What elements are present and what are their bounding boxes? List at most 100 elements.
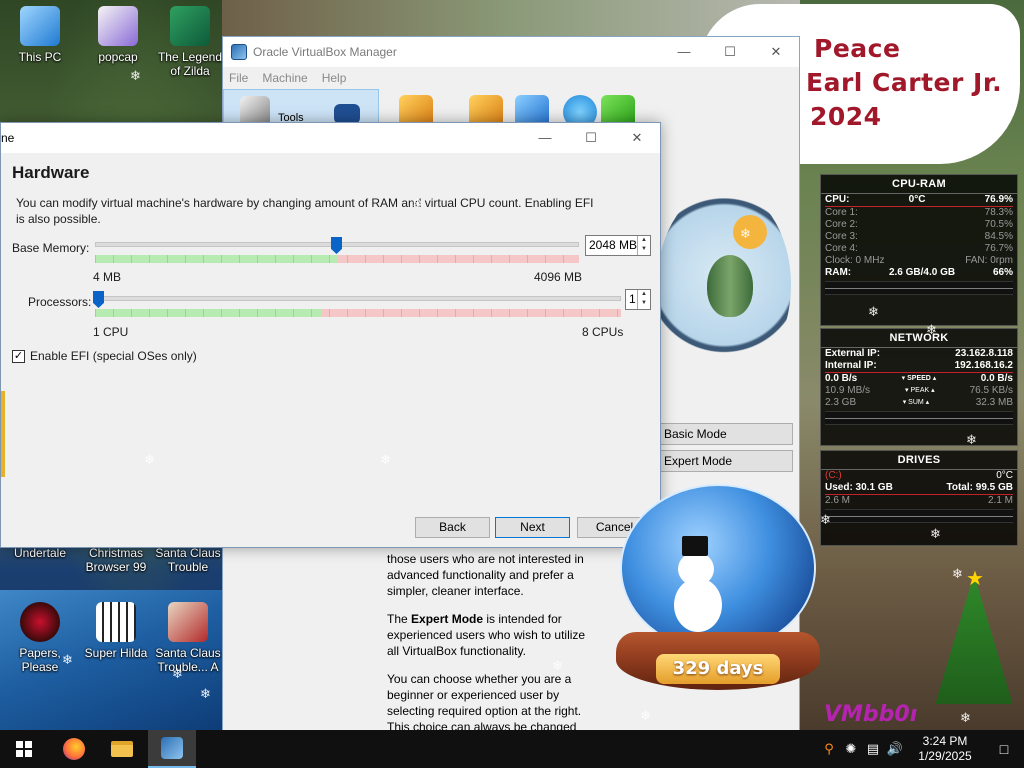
next-button[interactable]: Next — [495, 517, 570, 538]
desktop-icon-this-pc[interactable]: This PC — [2, 6, 78, 64]
base-memory-slider-thumb[interactable] — [331, 237, 342, 254]
base-memory-scale-ticks — [95, 255, 579, 263]
processors-slider-track[interactable] — [95, 296, 621, 301]
vbm-close-button[interactable]: ✕ — [753, 37, 799, 67]
computer-icon — [20, 6, 60, 46]
desktop-icon-label: This PC — [18, 50, 62, 64]
system-tray: ⚲ ✺ ▤ 🔊 3:24 PM 1/29/2025 □ — [818, 730, 1024, 768]
snowflake-icon: ❄ — [640, 708, 651, 723]
dialog-maximize-button[interactable]: ☐ — [568, 123, 614, 153]
ram-usage: 2.6 GB/4.0 GB — [888, 267, 956, 278]
network-gadget: NETWORK External IP: 23.162.8.118 Interna… — [820, 328, 1018, 446]
drive-io-row: 2.6 M 2.1 M — [821, 495, 1017, 507]
vbm-titlebar[interactable]: Oracle VirtualBox Manager — ☐ ✕ — [223, 37, 799, 67]
snowflake-icon: ❄ — [172, 666, 183, 681]
cpu-value: 76.9% — [984, 194, 1013, 205]
desktop-icon-christmas-browser[interactable]: Christmas Browser 99 — [78, 546, 154, 574]
snow-globe-widget: 329 days — [612, 484, 822, 696]
virtualbox-icon — [231, 44, 247, 60]
processors-scale-ticks — [95, 309, 621, 317]
network-graph-line — [825, 418, 1013, 419]
desktop-icon-label: Super Hilda — [84, 646, 148, 660]
menu-file[interactable]: File — [229, 71, 248, 85]
processors-slider-thumb[interactable] — [93, 291, 104, 308]
snowman-icon — [674, 578, 722, 632]
drive-read: 2.6 M — [825, 495, 851, 506]
processors-max-label: 8 CPUs — [582, 325, 624, 339]
sum-up: 32.3 MB — [975, 397, 1013, 408]
watermark: VMbb0ı — [824, 702, 918, 727]
desktop-icon-santa-claus-trouble-2[interactable]: Santa Claus Trouble... A — [150, 602, 226, 674]
back-button[interactable]: Back — [415, 517, 490, 538]
snowflake-icon: ❄ — [926, 322, 937, 337]
volume-icon[interactable]: 🔊 — [884, 741, 906, 757]
core-label: Core 3: — [825, 231, 858, 242]
fan-label: FAN: 0rpm — [965, 255, 1013, 266]
desktop-icon-legend-of-zilda[interactable]: The Legend of Zilda — [152, 6, 228, 78]
network-title: NETWORK — [821, 329, 1017, 348]
dialog-close-button[interactable]: ✕ — [614, 123, 660, 153]
spin-arrows-icon[interactable]: ▲ ▼ — [637, 236, 650, 255]
snowflake-icon: ❄ — [130, 68, 141, 83]
cpu-label: CPU: — [825, 194, 850, 205]
network-icon[interactable]: ▤ — [862, 741, 884, 757]
memorial-line-1: Peace — [814, 34, 901, 63]
desktop-icon-santa-claus-trouble[interactable]: Santa Claus Trouble — [150, 546, 226, 574]
snowflake-icon: ❄ — [144, 452, 155, 467]
drive-letter: (C:) — [825, 470, 842, 481]
vbm-maximize-button[interactable]: ☐ — [707, 37, 753, 67]
taskbar-file-explorer[interactable] — [98, 730, 146, 768]
memorial-line-3: 2024 — [810, 102, 882, 131]
create-vm-dialog: ne — ☐ ✕ Hardware You can modify virtual… — [0, 122, 661, 548]
dialog-titlebar[interactable]: ne — ☐ ✕ — [1, 123, 660, 153]
cpu-ram-gadget: CPU-RAM CPU: 0°C 76.9% Core 1: 78.3% Core… — [820, 174, 1018, 326]
list-icon[interactable] — [334, 104, 360, 124]
enable-efi-row[interactable]: ✓ Enable EFI (special OSes only) — [12, 349, 197, 363]
speed-up: 0.0 B/s — [980, 373, 1013, 384]
clock[interactable]: 3:24 PM 1/29/2025 — [906, 734, 984, 764]
cpu-row: CPU: 0°C 76.9% — [821, 194, 1017, 206]
windows-logo-icon — [16, 741, 32, 757]
speed-row: 0.0 B/s ▾ SPEED ▴ 0.0 B/s — [821, 373, 1017, 385]
ram-graph-line — [825, 288, 1013, 289]
start-button[interactable] — [0, 730, 48, 768]
taskbar-firefox[interactable] — [50, 730, 98, 768]
core-row: Core 4: 76.7% — [821, 243, 1017, 255]
help-p2-pre: The — [387, 612, 412, 626]
base-memory-spinbox[interactable]: 2048 MB ▲ ▼ — [585, 235, 651, 256]
tray-overflow-icon[interactable]: ✺ — [840, 741, 862, 757]
dialog-body: Hardware You can modify virtual machine'… — [1, 153, 662, 513]
cpu-ram-title: CPU-RAM — [821, 175, 1017, 194]
enable-efi-checkbox[interactable]: ✓ — [12, 349, 25, 363]
spin-arrows-icon[interactable]: ▲ ▼ — [637, 290, 650, 309]
desktop-icon-undertale[interactable]: Undertale — [2, 546, 78, 560]
processors-min-label: 1 CPU — [93, 325, 129, 339]
core-value: 84.5% — [984, 231, 1013, 242]
base-memory-label: Base Memory: — [12, 241, 90, 255]
basic-mode-button[interactable]: Basic Mode — [659, 423, 793, 445]
vbm-minimize-button[interactable]: — — [661, 37, 707, 67]
expert-mode-button[interactable]: Expert Mode — [659, 450, 793, 472]
drive-temp: 0°C — [996, 470, 1013, 481]
desktop-icon-label: popcap — [98, 50, 138, 64]
internal-ip-row: Internal IP: 192.168.16.2 — [821, 360, 1017, 372]
notifications-icon[interactable]: □ — [984, 741, 1024, 757]
clock-row: Clock: 0 MHz FAN: 0rpm — [821, 255, 1017, 267]
internal-ip-value: 192.168.16.2 — [954, 360, 1013, 371]
snowflake-icon: ❄ — [960, 710, 971, 725]
clock-time: 3:24 PM — [922, 734, 968, 748]
search-icon[interactable]: ⚲ — [818, 741, 840, 757]
desktop-icon-popcap[interactable]: popcap — [80, 6, 156, 64]
menu-machine[interactable]: Machine — [262, 71, 307, 85]
dialog-minimize-button[interactable]: — — [522, 123, 568, 153]
vbm-title: Oracle VirtualBox Manager — [253, 45, 397, 59]
peak-down: 10.9 MB/s — [825, 385, 871, 396]
taskbar-virtualbox[interactable] — [148, 730, 196, 768]
papers-please-icon — [20, 602, 60, 642]
desktop-icon-super-hilda[interactable]: Super Hilda — [78, 602, 154, 660]
drives-title: DRIVES — [821, 451, 1017, 470]
peak-row: 10.9 MB/s ▾ PEAK ▴ 76.5 KB/s — [821, 385, 1017, 397]
menu-help[interactable]: Help — [322, 71, 347, 85]
processors-label: Processors: — [28, 295, 92, 309]
processors-spinbox[interactable]: 1 ▲ ▼ — [625, 289, 651, 310]
